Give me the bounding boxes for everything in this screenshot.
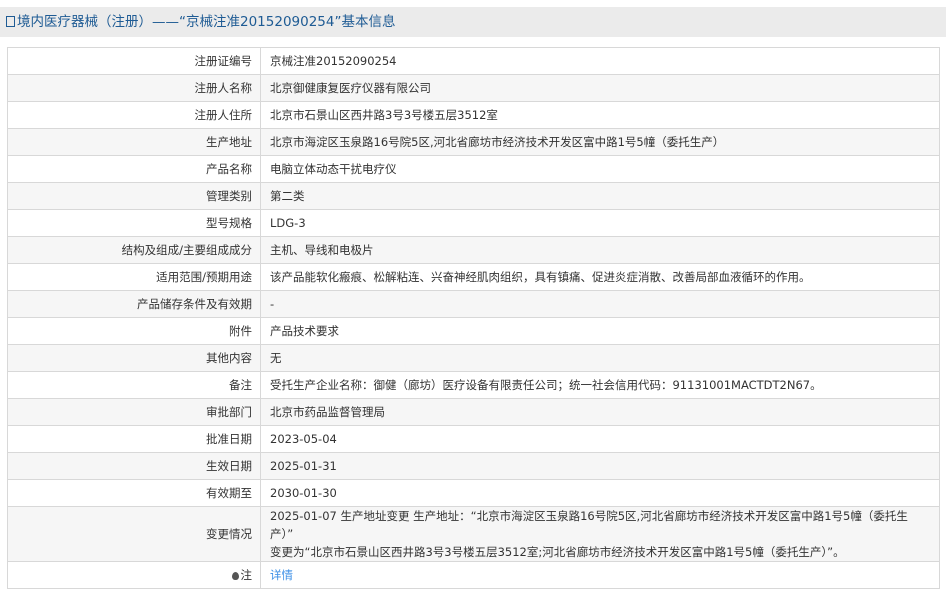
details-link[interactable]: 详情 (270, 568, 293, 582)
field-label: 注册人住所 (7, 101, 261, 129)
info-table: 注册证编号 京械注准20152090254 注册人名称 北京御健康复医疗仪器有限公司注… (7, 47, 940, 589)
note-label: 注 (240, 568, 253, 582)
field-value: - (270, 297, 275, 311)
table-row: 审批部门 北京市药品监督管理局 (7, 398, 940, 426)
field-value: 产品技术要求 (270, 324, 339, 338)
field-value: 主机、导线和电极片 (270, 243, 374, 257)
table-row: 批准日期 2023-05-04 (7, 425, 940, 453)
table-row: 备注 受托生产企业名称：御健（廊坊）医疗设备有限责任公司；统一社会信用代码：911… (7, 371, 940, 399)
field-value-cell: 受托生产企业名称：御健（廊坊）医疗设备有限责任公司；统一社会信用代码：91131… (260, 371, 940, 399)
note-value-cell: 详情 (260, 561, 940, 589)
field-label: 有效期至 (7, 479, 261, 507)
field-value: 北京御健康复医疗仪器有限公司 (270, 81, 431, 95)
field-value-cell: - (260, 290, 940, 318)
field-label: 产品名称 (7, 155, 261, 183)
field-value-cell: 2030-01-30 (260, 479, 940, 507)
document-icon (6, 16, 15, 27)
table-row: 产品名称 电脑立体动态干扰电疗仪 (7, 155, 940, 183)
table-row: 注册人名称 北京御健康复医疗仪器有限公司 (7, 74, 940, 102)
field-label: 其他内容 (7, 344, 261, 372)
field-label: 备注 (7, 371, 261, 399)
field-value: 受托生产企业名称：御健（廊坊）医疗设备有限责任公司；统一社会信用代码：91131… (270, 378, 822, 392)
field-value: 北京市石景山区西井路3号3号楼五层3512室 (270, 108, 498, 122)
field-value-cell: 北京市海淀区玉泉路16号院5区,河北省廊坊市经济技术开发区富中路1号5幢（委托生… (260, 128, 940, 156)
table-row: 结构及组成/主要组成成分 主机、导线和电极片 (7, 236, 940, 264)
table-row: 生产地址 北京市海淀区玉泉路16号院5区,河北省廊坊市经济技术开发区富中路1号5幢… (7, 128, 940, 156)
field-value: 北京市药品监督管理局 (270, 405, 385, 419)
table-row: 附件 产品技术要求 (7, 317, 940, 345)
table-row: 生效日期 2025-01-31 (7, 452, 940, 480)
field-value-cell: 电脑立体动态干扰电疗仪 (260, 155, 940, 183)
table-row: 变更情况 2025-01-07 生产地址变更 生产地址：“北京市海淀区玉泉路16号… (7, 506, 940, 562)
field-value-cell: 无 (260, 344, 940, 372)
field-label: 注册证编号 (7, 47, 261, 75)
table-row: 注册人住所 北京市石景山区西井路3号3号楼五层3512室 (7, 101, 940, 129)
field-value-cell: 2025-01-07 生产地址变更 生产地址：“北京市海淀区玉泉路16号院5区,… (260, 506, 940, 562)
table-row: 有效期至 2030-01-30 (7, 479, 940, 507)
field-value: 无 (270, 351, 282, 365)
field-value: 该产品能软化瘢痕、松解粘连、兴奋神经肌肉组织，具有镇痛、促进炎症消散、改善局部血… (270, 270, 811, 284)
field-value-cell: 京械注准20152090254 (260, 47, 940, 75)
field-value: 2025-01-31 (270, 459, 337, 473)
page-header: 境内医疗器械（注册）——“京械注准20152090254”基本信息 (0, 7, 946, 37)
field-label: 审批部门 (7, 398, 261, 426)
field-value-cell: 2023-05-04 (260, 425, 940, 453)
field-value: 第二类 (270, 189, 305, 203)
table-row: 产品储存条件及有效期 - (7, 290, 940, 318)
field-value-cell: 该产品能软化瘢痕、松解粘连、兴奋神经肌肉组织，具有镇痛、促进炎症消散、改善局部血… (260, 263, 940, 291)
field-value-cell: 2025-01-31 (260, 452, 940, 480)
field-value-cell: LDG-3 (260, 209, 940, 237)
field-value-cell: 第二类 (260, 182, 940, 210)
field-label: 变更情况 (7, 506, 261, 562)
field-value: LDG-3 (270, 216, 306, 230)
field-value: 2030-01-30 (270, 486, 337, 500)
field-label: 批准日期 (7, 425, 261, 453)
field-label: 附件 (7, 317, 261, 345)
note-label-cell: 注 (7, 561, 261, 589)
field-value-cell: 北京市药品监督管理局 (260, 398, 940, 426)
field-label: 管理类别 (7, 182, 261, 210)
field-value: 2023-05-04 (270, 432, 337, 446)
table-row: 管理类别 第二类 (7, 182, 940, 210)
field-value: 2025-01-07 生产地址变更 生产地址：“北京市海淀区玉泉路16号院5区,… (270, 509, 908, 541)
pin-icon (231, 572, 239, 580)
field-label: 适用范围/预期用途 (7, 263, 261, 291)
field-label: 生产地址 (7, 128, 261, 156)
field-value-cell: 北京市石景山区西井路3号3号楼五层3512室 (260, 101, 940, 129)
field-label: 产品储存条件及有效期 (7, 290, 261, 318)
table-row: 型号规格 LDG-3 (7, 209, 940, 237)
field-value-2: 变更为“北京市石景山区西井路3号3号楼五层3512室;河北省廊坊市经济技术开发区… (270, 545, 845, 559)
field-label: 结构及组成/主要组成成分 (7, 236, 261, 264)
page-title: 境内医疗器械（注册）——“京械注准20152090254”基本信息 (17, 14, 396, 30)
table-row: 其他内容无 (7, 344, 940, 372)
field-label: 型号规格 (7, 209, 261, 237)
field-value-cell: 主机、导线和电极片 (260, 236, 940, 264)
field-value: 电脑立体动态干扰电疗仪 (270, 162, 397, 176)
field-value-cell: 北京御健康复医疗仪器有限公司 (260, 74, 940, 102)
field-value: 北京市海淀区玉泉路16号院5区,河北省廊坊市经济技术开发区富中路1号5幢（委托生… (270, 135, 725, 149)
note-row: 注 详情 (7, 561, 940, 589)
field-label: 注册人名称 (7, 74, 261, 102)
field-value-cell: 产品技术要求 (260, 317, 940, 345)
field-label: 生效日期 (7, 452, 261, 480)
table-row: 注册证编号 京械注准20152090254 (7, 47, 940, 75)
table-row: 适用范围/预期用途 该产品能软化瘢痕、松解粘连、兴奋神经肌肉组织，具有镇痛、促进炎… (7, 263, 940, 291)
field-value: 京械注准20152090254 (270, 54, 397, 68)
